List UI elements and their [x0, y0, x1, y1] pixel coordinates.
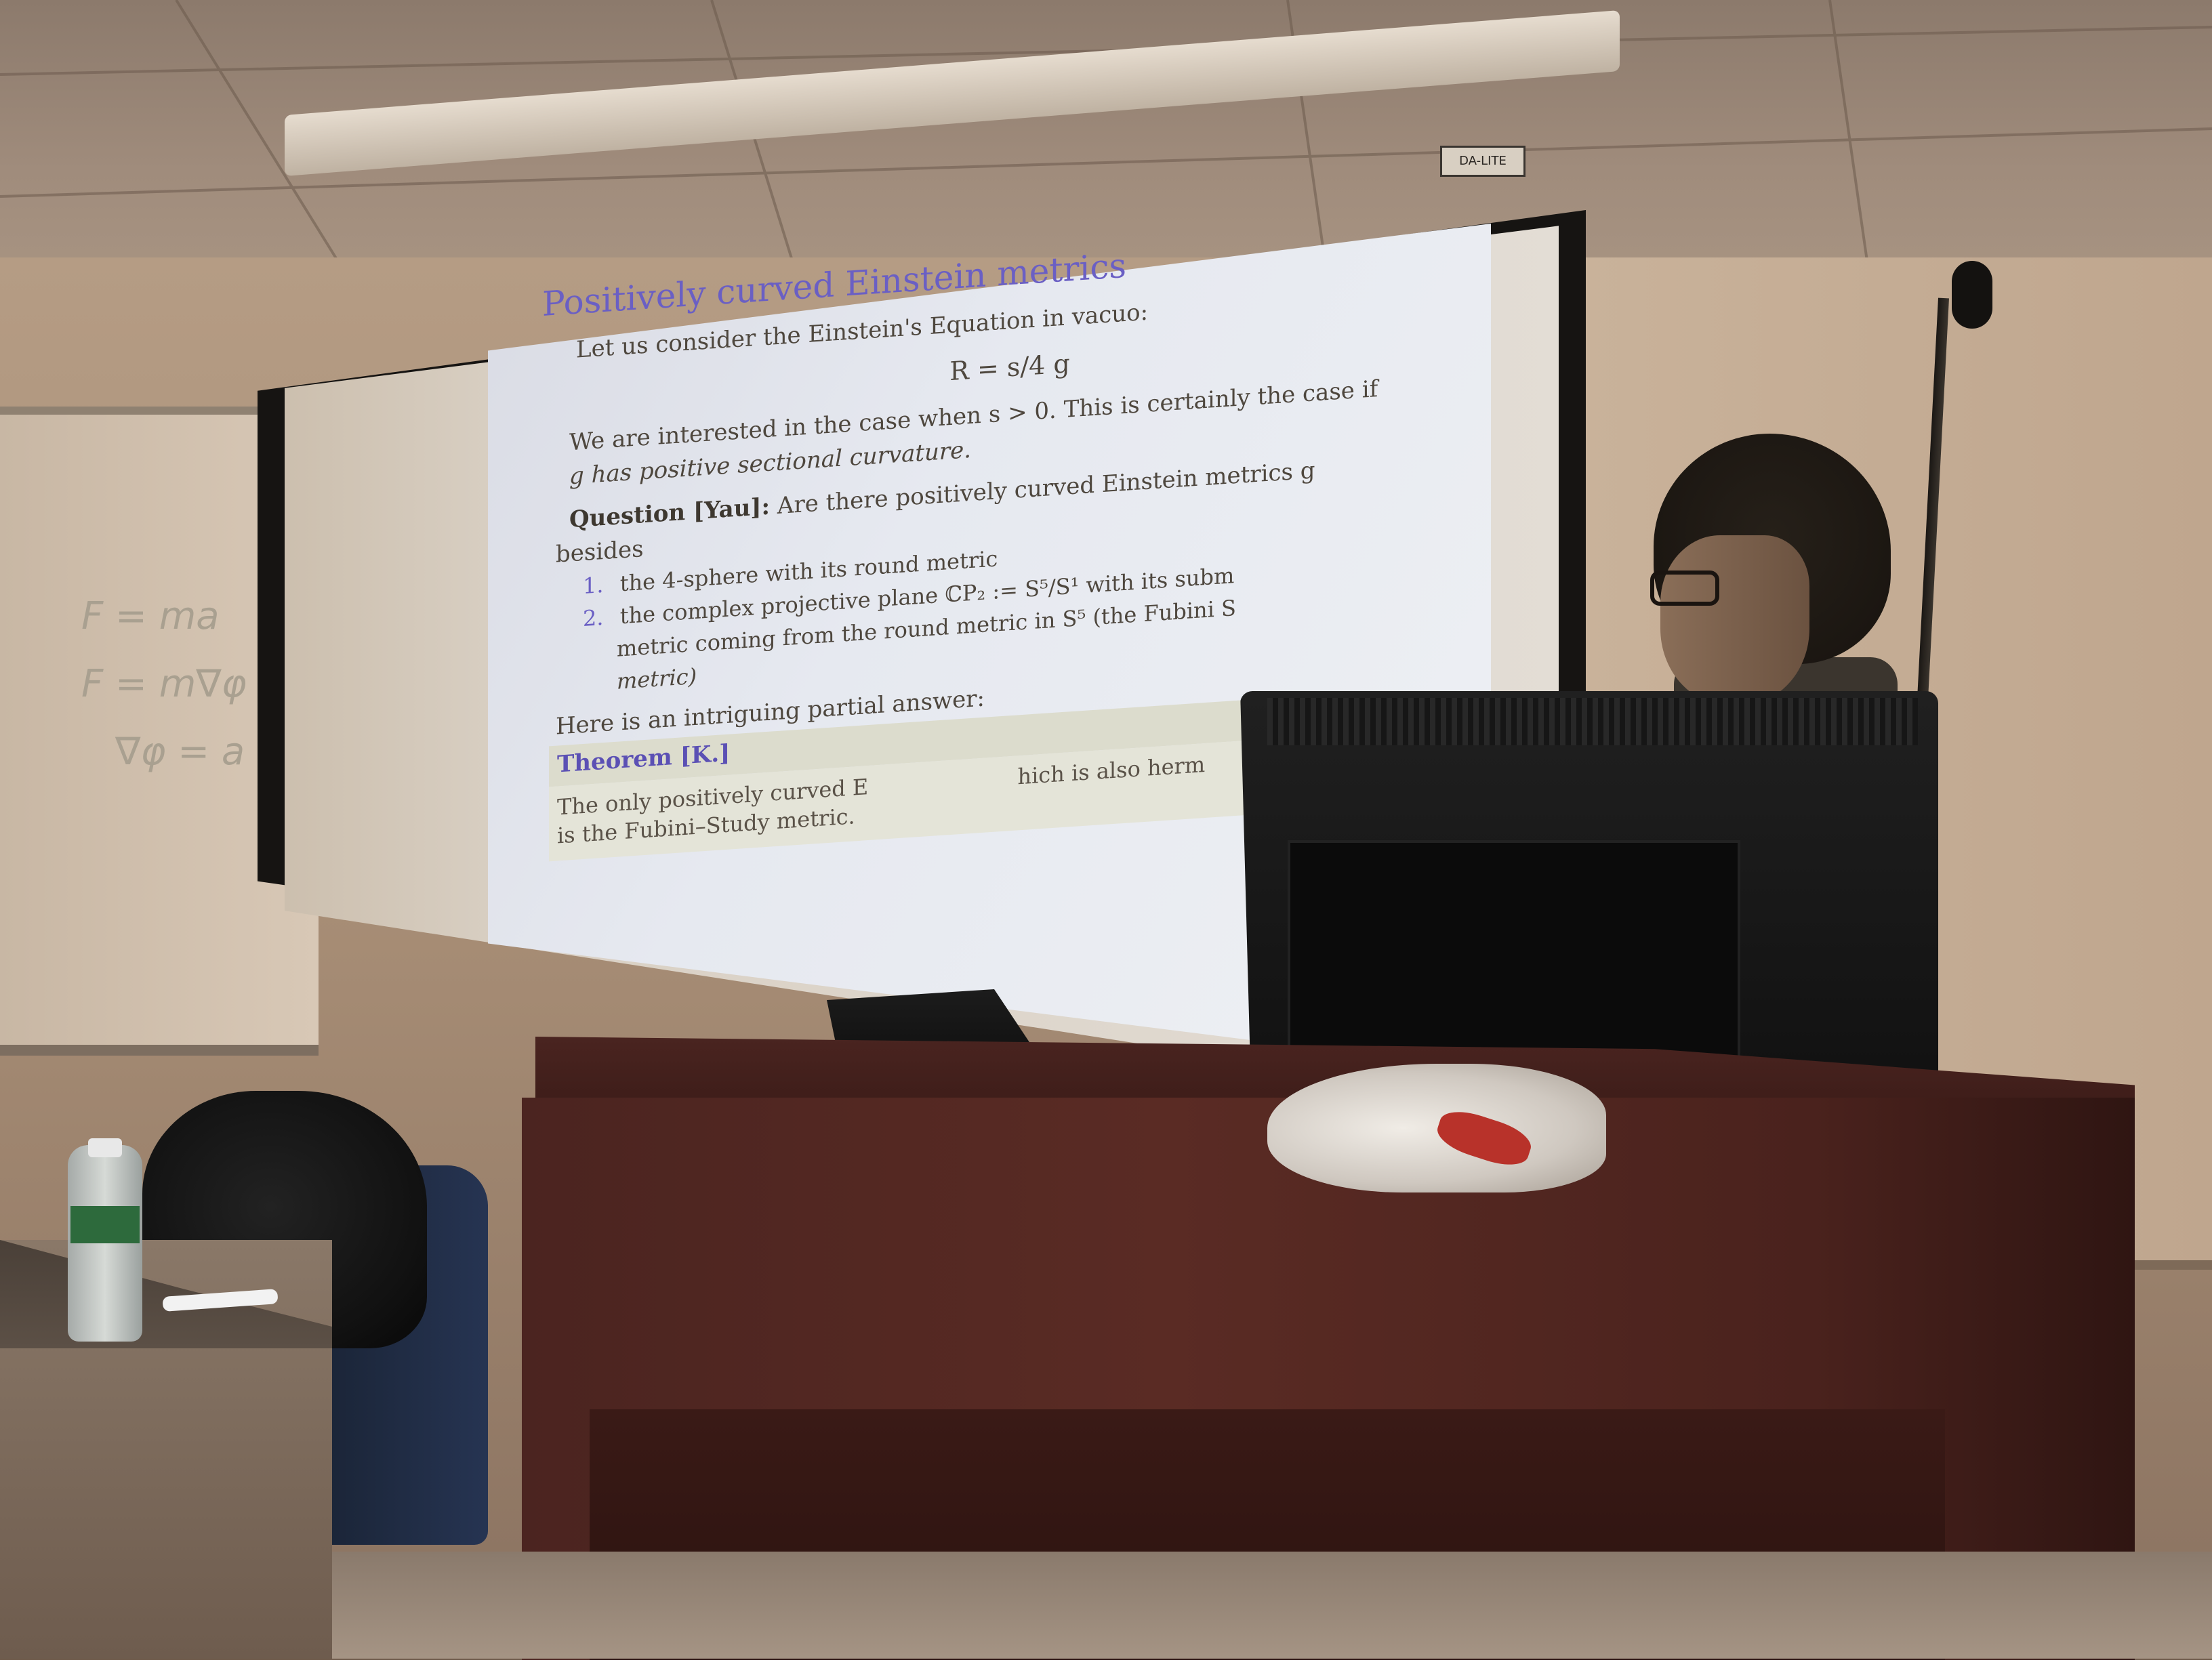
glasses-icon — [1650, 570, 1719, 606]
chalk-note-2: F = m∇φ — [81, 662, 247, 706]
monitor-vents — [1267, 698, 1918, 745]
bottle-label — [70, 1206, 140, 1243]
chalk-note-1: F = ma — [81, 594, 220, 638]
bottle-cap — [88, 1138, 122, 1157]
microphone — [1952, 261, 1992, 329]
question-label: Question [Yau]: — [569, 493, 771, 534]
screen-brand-label: DA-LITE — [1440, 146, 1525, 177]
list-item-number: 2. — [583, 604, 604, 632]
chalk-note-3: ∇φ = a — [115, 730, 245, 774]
list-item-number: 1. — [583, 571, 604, 600]
water-bottle — [68, 1145, 142, 1342]
speaker-face — [1660, 535, 1809, 705]
